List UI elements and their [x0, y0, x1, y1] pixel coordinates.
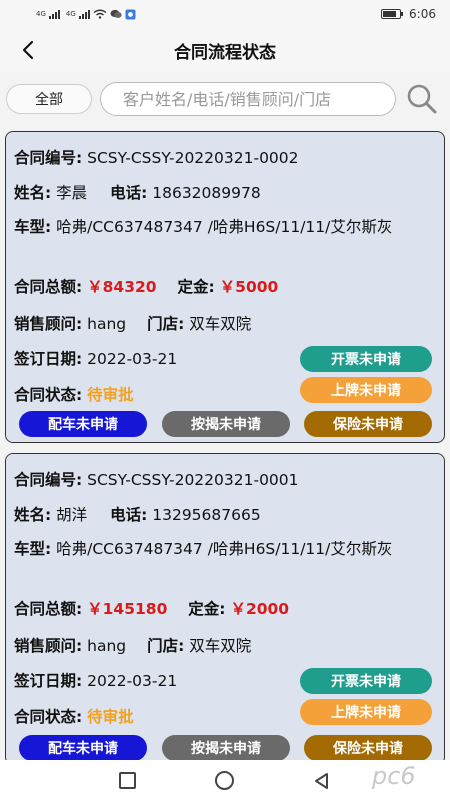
allocate-button[interactable]: 配车未申请 — [19, 411, 147, 437]
model-row: 车型: 哈弗/CC637487347 /哈弗H6S/11/11/艾尔斯灰 — [14, 538, 439, 560]
total-value: ￥145180 — [87, 600, 168, 618]
contract-card[interactable]: 合同编号: SCSY-CSSY-20220321-0002 姓名: 李晨 电话:… — [5, 131, 445, 443]
model-row: 车型: 哈弗/CC637487347 /哈弗H6S/11/11/艾尔斯灰 — [14, 216, 439, 238]
total-label: 合同总额: — [14, 600, 83, 618]
name-value: 李晨 — [56, 184, 88, 202]
status-time: 6:06 — [409, 7, 436, 21]
square-icon[interactable] — [119, 772, 136, 789]
plate-button[interactable]: 上牌未申请 — [300, 377, 432, 403]
search-icon — [407, 84, 437, 114]
search-row: 全部 — [0, 78, 450, 120]
watermark-logo: pc6 — [372, 762, 416, 790]
contract-no-label: 合同编号: — [14, 471, 83, 489]
signal-icon — [48, 9, 60, 19]
consultant-row: 销售顾问: hang 门店: 双车双院 — [14, 634, 251, 656]
status-right: 6:06 — [381, 7, 436, 21]
wechat-icon — [110, 9, 122, 18]
triangle-back-icon[interactable] — [312, 771, 332, 791]
model-value: 哈弗/CC637487347 /哈弗H6S/11/11/艾尔斯灰 — [56, 218, 393, 236]
model-value: 哈弗/CC637487347 /哈弗H6S/11/11/艾尔斯灰 — [56, 540, 393, 558]
store-value: 双车双院 — [189, 637, 252, 655]
invoice-button[interactable]: 开票未申请 — [300, 346, 432, 372]
deposit-value: ￥2000 — [230, 600, 290, 618]
status-label: 合同状态: — [14, 708, 83, 726]
status-value: 待审批 — [87, 386, 134, 404]
signal-label-2: 4G — [65, 10, 76, 18]
deposit-label: 定金: — [188, 600, 226, 618]
amount-row: 合同总额: ￥145180 定金: ￥2000 — [14, 597, 289, 619]
amount-row: 合同总额: ￥84320 定金: ￥5000 — [14, 275, 278, 297]
allocate-button[interactable]: 配车未申请 — [19, 735, 147, 761]
model-label: 车型: — [14, 540, 52, 558]
model-label: 车型: — [14, 218, 52, 236]
name-label: 姓名: — [14, 506, 52, 524]
nav-bar: 合同流程状态 — [0, 28, 450, 72]
sign-date-row: 签订日期: 2022-03-21 — [14, 669, 177, 691]
status-label: 合同状态: — [14, 386, 83, 404]
status-row: 合同状态: 待审批 — [14, 705, 134, 727]
phone-label: 电话: — [110, 184, 148, 202]
plate-button[interactable]: 上牌未申请 — [300, 699, 432, 725]
contract-no-row: 合同编号: SCSY-CSSY-20220321-0002 — [14, 146, 299, 168]
sign-date-value: 2022-03-21 — [87, 350, 178, 368]
mortgage-button[interactable]: 按揭未申请 — [162, 411, 290, 437]
store-value: 双车双院 — [189, 315, 252, 333]
signal-icon-2 — [78, 9, 90, 19]
status-row: 合同状态: 待审批 — [14, 383, 134, 405]
circle-icon[interactable] — [215, 771, 234, 790]
contract-no-value: SCSY-CSSY-20220321-0002 — [87, 149, 299, 167]
app-icon — [125, 9, 136, 19]
store-label: 门店: — [147, 637, 185, 655]
consultant-value: hang — [87, 315, 127, 333]
store-label: 门店: — [147, 315, 185, 333]
invoice-button[interactable]: 开票未申请 — [300, 668, 432, 694]
phone-label: 电话: — [110, 506, 148, 524]
sign-date-value: 2022-03-21 — [87, 672, 178, 690]
battery-icon — [381, 9, 404, 19]
search-input[interactable] — [100, 82, 396, 116]
deposit-value: ￥5000 — [219, 278, 279, 296]
status-bar: 4G 4G 6:06 — [0, 0, 450, 28]
sign-date-row: 签订日期: 2022-03-21 — [14, 347, 177, 369]
consultant-label: 销售顾问: — [14, 315, 83, 333]
name-value: 胡洋 — [56, 506, 88, 524]
insurance-button[interactable]: 保险未申请 — [304, 411, 432, 437]
phone-value: 13295687665 — [152, 506, 261, 524]
deposit-label: 定金: — [177, 278, 215, 296]
total-value: ￥84320 — [87, 278, 157, 296]
name-label: 姓名: — [14, 184, 52, 202]
sign-date-label: 签订日期: — [14, 672, 83, 690]
search-button[interactable] — [404, 82, 440, 116]
status-value: 待审批 — [87, 708, 134, 726]
back-button[interactable] — [14, 36, 42, 64]
filter-all-button[interactable]: 全部 — [6, 84, 92, 114]
consultant-value: hang — [87, 637, 127, 655]
contract-no-label: 合同编号: — [14, 149, 83, 167]
insurance-button[interactable]: 保险未申请 — [304, 735, 432, 761]
consultant-row: 销售顾问: hang 门店: 双车双院 — [14, 312, 251, 334]
mortgage-button[interactable]: 按揭未申请 — [162, 735, 290, 761]
sign-date-label: 签订日期: — [14, 350, 83, 368]
contract-no-row: 合同编号: SCSY-CSSY-20220321-0001 — [14, 468, 299, 490]
name-phone-row: 姓名: 胡洋 电话: 13295687665 — [14, 503, 261, 525]
page-title: 合同流程状态 — [174, 42, 276, 63]
signal-label-1: 4G — [36, 10, 46, 18]
wifi-icon — [93, 9, 107, 19]
status-icons: 4G 4G — [36, 9, 136, 20]
consultant-label: 销售顾问: — [14, 637, 83, 655]
name-phone-row: 姓名: 李晨 电话: 18632089978 — [14, 181, 261, 203]
contract-card[interactable]: 合同编号: SCSY-CSSY-20220321-0001 姓名: 胡洋 电话:… — [5, 453, 445, 765]
contract-no-value: SCSY-CSSY-20220321-0001 — [87, 471, 299, 489]
total-label: 合同总额: — [14, 278, 83, 296]
back-arrow-icon — [22, 40, 34, 60]
phone-value: 18632089978 — [152, 184, 261, 202]
